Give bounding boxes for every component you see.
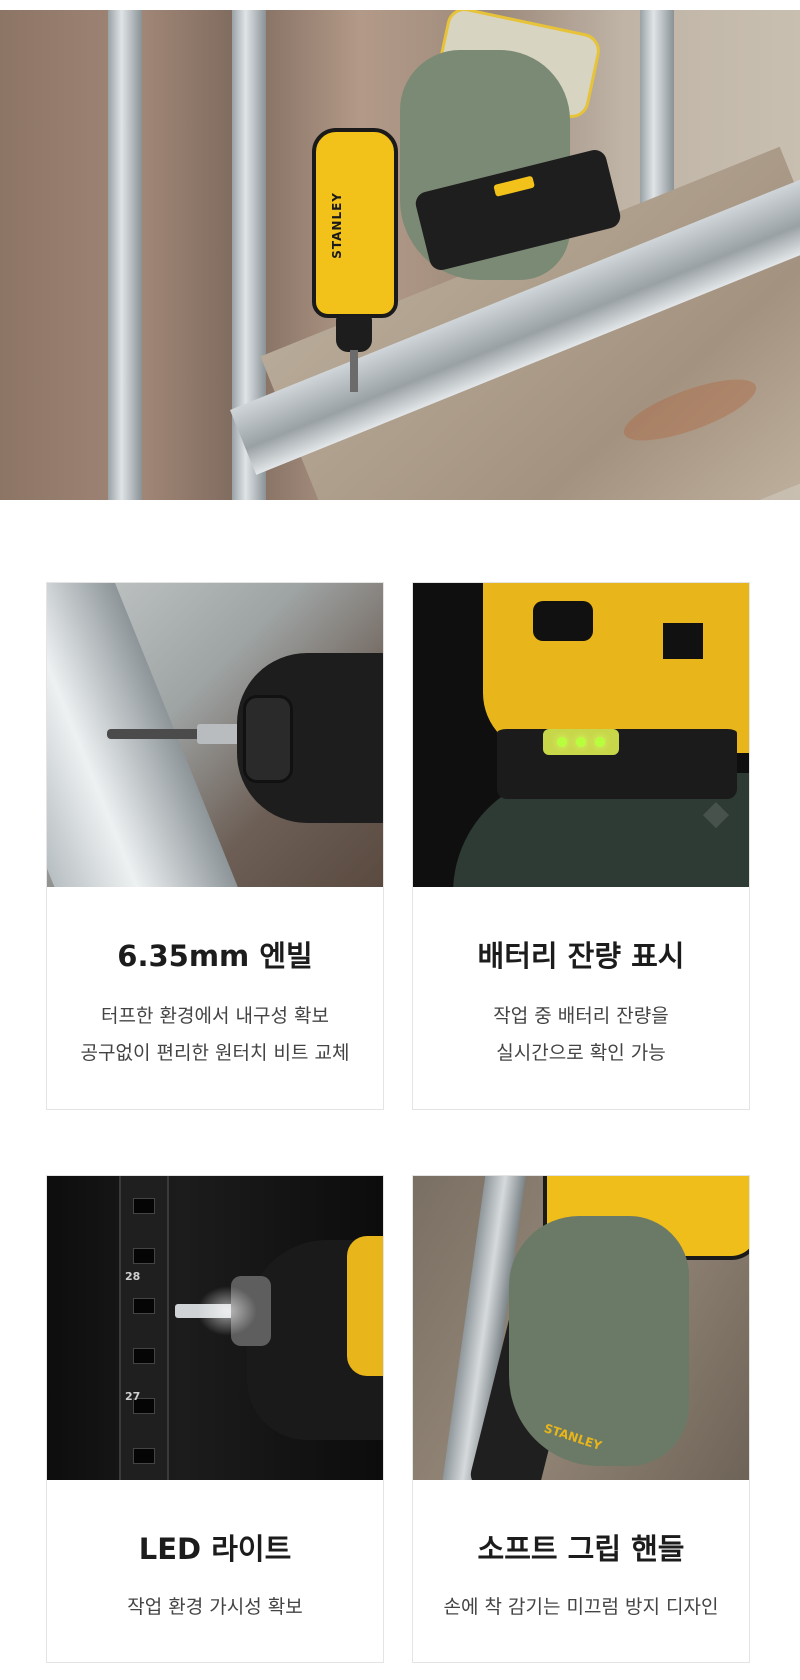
feature-title: 배터리 잔량 표시 xyxy=(477,939,685,973)
led-glow xyxy=(197,1286,257,1336)
feature-description-line: 손에 착 감기는 미끄럼 방지 디자인 xyxy=(443,1596,719,1618)
feature-title: LED 라이트 xyxy=(138,1532,292,1566)
rack-hole xyxy=(133,1298,155,1314)
led-icon xyxy=(595,737,605,747)
led-icon xyxy=(557,737,567,747)
battery-indicator-photo: ◆ xyxy=(413,583,749,887)
gloved-hand xyxy=(509,1216,689,1466)
feature-title: 6.35mm 엔빌 xyxy=(117,939,313,973)
feature-card-anvil: 6.35mm 엔빌 터프한 환경에서 내구성 확보 공구없이 편리한 원터치 비… xyxy=(46,582,384,1110)
driver-nose xyxy=(336,316,372,352)
driver-bit xyxy=(350,350,358,392)
brand-logo: STANLEY xyxy=(330,192,344,259)
feature-description-line: 터프한 환경에서 내구성 확보 xyxy=(101,1005,329,1027)
feature-description-line: 공구없이 편리한 원터치 비트 교체 xyxy=(80,1042,350,1064)
battery-level-leds xyxy=(543,729,619,755)
rack-hole xyxy=(133,1198,155,1214)
feature-card-battery: ◆ 배터리 잔량 표시 작업 중 배터리 잔량을 실시간으로 확인 가능 xyxy=(412,582,750,1110)
feature-card-grip: STANLEY 소프트 그립 핸들 손에 착 감기는 미끄럼 방지 디자인 xyxy=(412,1175,750,1663)
chuck xyxy=(243,695,293,783)
feature-card-led: 28 27 LED 라이트 작업 환경 가시성 확보 xyxy=(46,1175,384,1663)
handle-stripe xyxy=(493,175,535,197)
feature-description-line: 작업 환경 가시성 확보 xyxy=(127,1596,303,1618)
feature-description-line: 작업 중 배터리 잔량을 xyxy=(493,1005,669,1027)
vent-slot xyxy=(663,623,703,659)
rack-hole xyxy=(133,1248,155,1264)
rack-unit-number: 28 xyxy=(125,1270,141,1283)
hero-photo: STANLEY xyxy=(0,10,800,500)
watermark-logo: ◆ xyxy=(702,793,733,833)
metal-stud xyxy=(108,10,142,500)
soft-grip-photo: STANLEY xyxy=(413,1176,749,1480)
tool-housing xyxy=(347,1236,383,1376)
led-icon xyxy=(576,737,586,747)
feature-description-line: 실시간으로 확인 가능 xyxy=(496,1042,666,1064)
rack-hole xyxy=(133,1348,155,1364)
feature-title: 소프트 그립 핸들 xyxy=(477,1532,685,1566)
led-light-photo: 28 27 xyxy=(47,1176,383,1480)
driver-body xyxy=(312,128,398,318)
server-rack-rail xyxy=(119,1176,169,1480)
rack-hole xyxy=(133,1448,155,1464)
anvil-photo xyxy=(47,583,383,887)
rack-unit-number: 27 xyxy=(125,1390,141,1403)
impact-driver: STANLEY xyxy=(308,128,404,392)
vent-slot xyxy=(533,601,593,641)
